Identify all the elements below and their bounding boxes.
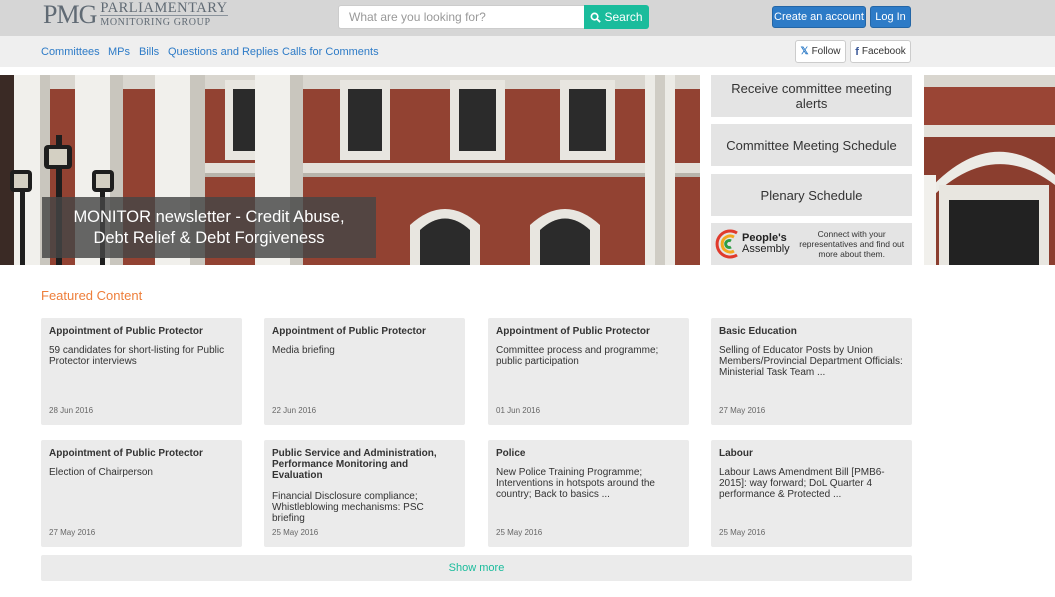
newsletter-banner[interactable]: MONITOR newsletter - Credit Abuse, Debt …: [42, 197, 376, 258]
show-more-button[interactable]: Show more: [41, 555, 912, 581]
featured-card[interactable]: Appointment of Public Protector Election…: [41, 440, 242, 547]
featured-card[interactable]: Appointment of Public Protector Media br…: [264, 318, 465, 425]
card-category: Appointment of Public Protector: [49, 326, 203, 337]
main-nav: Committees MPs Bills Questions and Repli…: [0, 36, 1055, 67]
facebook-label: Facebook: [861, 46, 906, 57]
facebook-icon: f: [855, 45, 859, 58]
card-category: Labour: [719, 448, 753, 459]
card-category: Appointment of Public Protector: [272, 326, 426, 337]
card-date: 28 Jun 2016: [49, 406, 94, 415]
card-category: Appointment of Public Protector: [49, 448, 203, 459]
card-date: 25 May 2016: [719, 528, 766, 537]
nav-link-calls-for-comments[interactable]: Calls for Comments: [282, 46, 379, 58]
featured-card[interactable]: Public Service and Administration, Perfo…: [264, 440, 465, 547]
featured-card[interactable]: Basic Education Selling of Educator Post…: [711, 318, 912, 425]
newsletter-line1: MONITOR newsletter - Credit Abuse,: [73, 208, 345, 226]
card-category: Police: [496, 448, 526, 459]
card-category: Public Service and Administration, Perfo…: [272, 448, 437, 481]
card-date: 25 May 2016: [272, 528, 319, 537]
nav-link-questions-replies[interactable]: Questions and Replies: [168, 46, 279, 58]
nav-link-committees[interactable]: Committees: [41, 46, 100, 58]
card-description: Selling of Educator Posts by Union Membe…: [719, 345, 903, 378]
peoples-assembly-text: Connect with your representatives and fi…: [799, 229, 905, 259]
card-description: Election of Chairperson: [49, 467, 153, 478]
card-category: Basic Education: [719, 326, 797, 337]
search-button[interactable]: Search: [584, 5, 649, 29]
hero-image-right: [924, 75, 1055, 265]
search-icon: [591, 12, 602, 23]
twitter-icon: 𝕏: [800, 46, 809, 57]
committee-alerts-link[interactable]: Receive committee meeting alerts: [711, 75, 912, 117]
nav-link-mps[interactable]: MPs: [108, 46, 130, 58]
featured-content-title: Featured Content: [41, 288, 143, 303]
committee-schedule-link[interactable]: Committee Meeting Schedule: [711, 124, 912, 166]
create-account-button[interactable]: Create an account: [772, 6, 866, 28]
nav-link-bills[interactable]: Bills: [139, 46, 159, 58]
peoples-assembly-name: People's Assembly: [742, 233, 790, 255]
featured-card[interactable]: Police New Police Training Programme; In…: [488, 440, 689, 547]
pa-name-line2: Assembly: [742, 243, 790, 255]
card-category: Appointment of Public Protector: [496, 326, 650, 337]
logo-line1: PARLIAMENTARY: [100, 0, 228, 16]
peoples-assembly-link[interactable]: People's Assembly Connect with your repr…: [711, 223, 912, 265]
newsletter-line2: Debt Relief & Debt Forgiveness: [93, 229, 325, 247]
card-date: 01 Jun 2016: [496, 406, 541, 415]
logo-mark: PMG: [43, 0, 97, 29]
card-date: 27 May 2016: [719, 406, 766, 415]
top-header: PMG PARLIAMENTARY MONITORING GROUP Searc…: [0, 0, 1055, 36]
card-description: Committee process and programme; public …: [496, 345, 659, 367]
login-button[interactable]: Log In: [870, 6, 911, 28]
peoples-assembly-icon: [715, 229, 738, 259]
peoples-assembly-logo: People's Assembly: [715, 229, 790, 259]
featured-card[interactable]: Appointment of Public Protector 59 candi…: [41, 318, 242, 425]
pmg-logo[interactable]: PMG PARLIAMENTARY MONITORING GROUP: [43, 0, 228, 29]
logo-line2: MONITORING GROUP: [100, 15, 228, 28]
search-input[interactable]: [338, 5, 584, 29]
logo-text: PARLIAMENTARY MONITORING GROUP: [100, 0, 228, 28]
card-description: Financial Disclosure compliance; Whistle…: [272, 491, 424, 524]
parliament-building-side-image: [924, 75, 1055, 265]
search-button-label: Search: [604, 10, 643, 24]
card-description: Media briefing: [272, 345, 335, 356]
follow-label: Follow: [811, 46, 841, 57]
featured-card[interactable]: Appointment of Public Protector Committe…: [488, 318, 689, 425]
featured-card[interactable]: Labour Labour Laws Amendment Bill [PMB6-…: [711, 440, 912, 547]
card-description: 59 candidates for short-listing for Publ…: [49, 345, 225, 367]
facebook-button[interactable]: f Facebook: [850, 40, 911, 63]
twitter-follow-button[interactable]: 𝕏 Follow: [795, 40, 846, 63]
plenary-schedule-link[interactable]: Plenary Schedule: [711, 174, 912, 216]
card-date: 27 May 2016: [49, 528, 96, 537]
card-date: 25 May 2016: [496, 528, 543, 537]
card-description: New Police Training Programme; Intervent…: [496, 467, 655, 500]
card-date: 22 Jun 2016: [272, 406, 317, 415]
card-description: Labour Laws Amendment Bill [PMB6-2015]: …: [719, 467, 885, 500]
